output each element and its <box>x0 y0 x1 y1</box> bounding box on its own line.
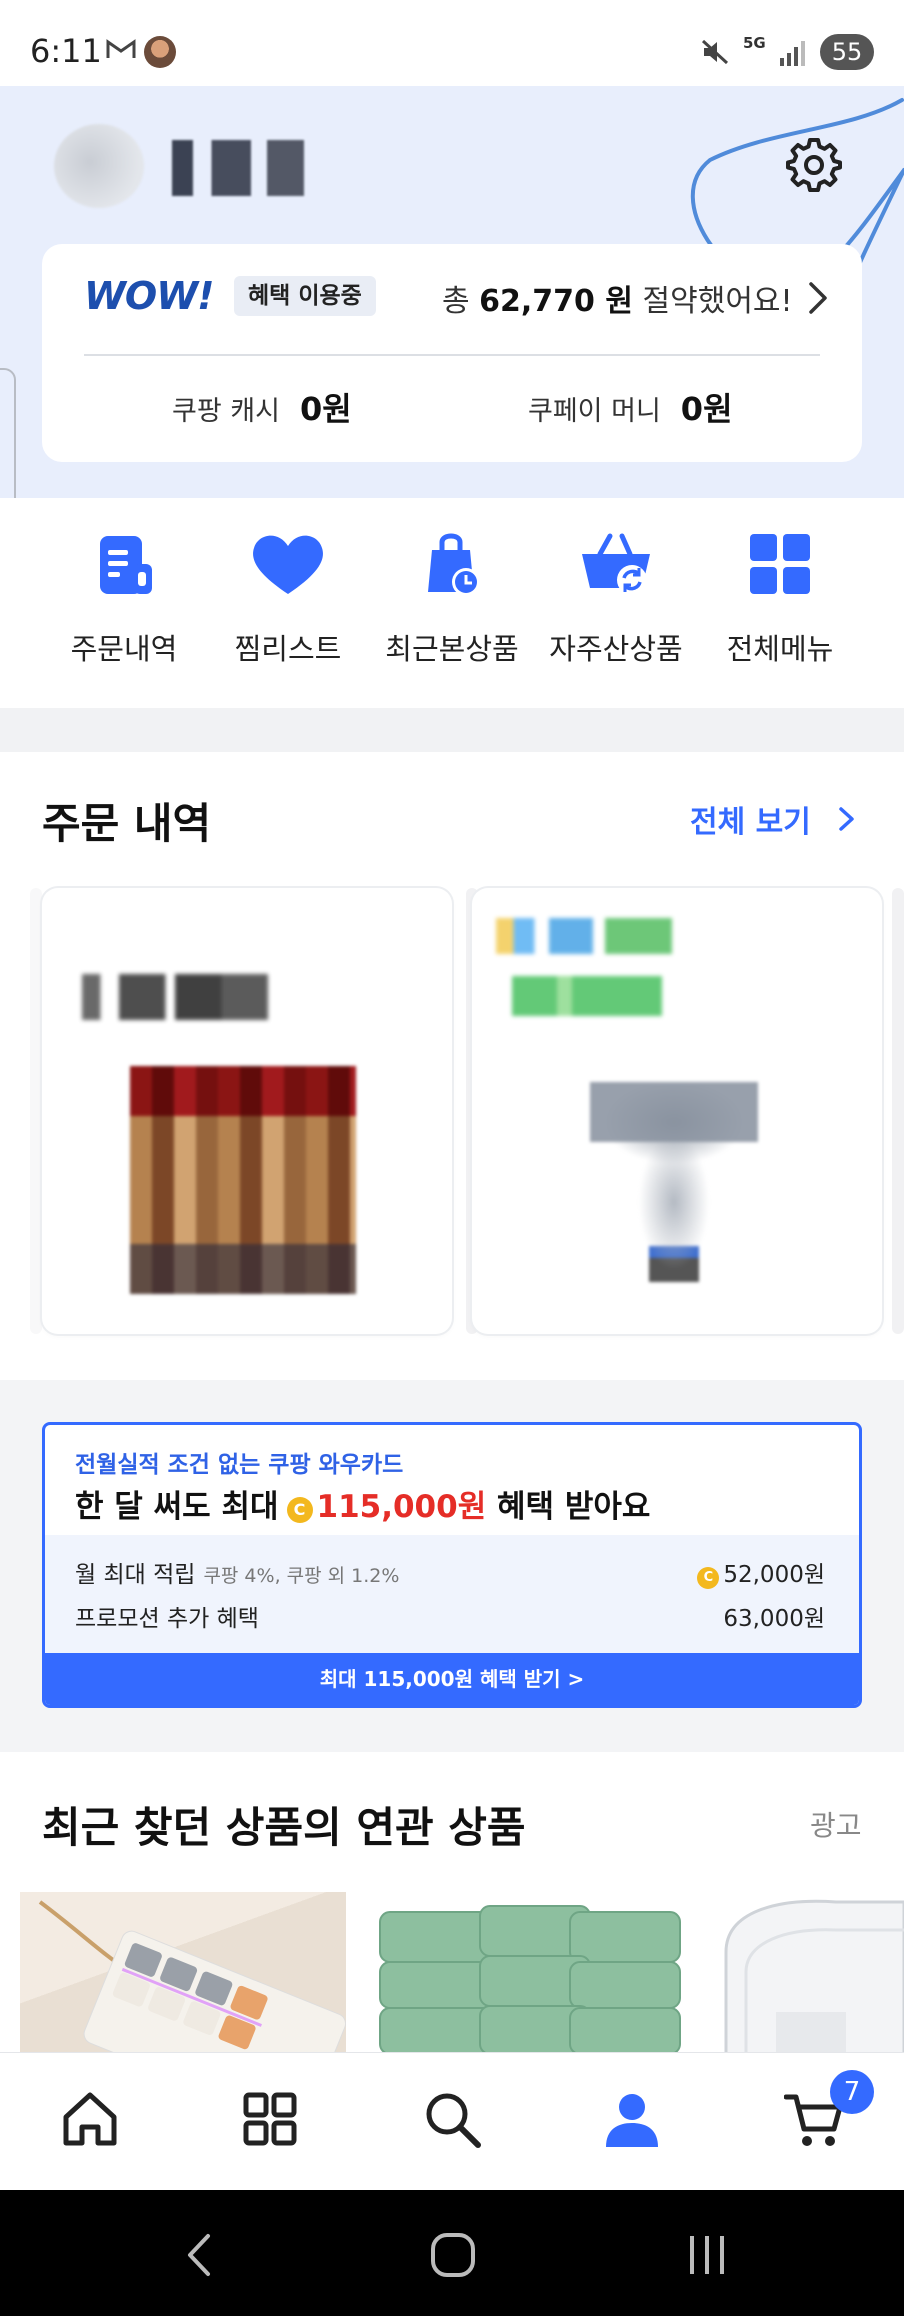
promo-cta-button[interactable]: 최대 115,000원 혜택 받기 > <box>45 1653 859 1705</box>
promo-row-label: 월 최대 적립 쿠팡 4%, 쿠팡 외 1.2% <box>75 1562 400 1588</box>
order-product-thumbnail <box>130 1066 356 1294</box>
status-time: 6:11 <box>30 32 102 70</box>
notification-avatar-icon <box>144 36 176 68</box>
home-icon[interactable] <box>60 2089 120 2149</box>
quick-menu-all[interactable]: 전체메뉴 <box>698 528 862 668</box>
order-product-thumbnail <box>590 1082 758 1282</box>
order-status-redacted <box>496 918 672 954</box>
search-icon[interactable] <box>422 2089 482 2149</box>
quick-menu-recent[interactable]: 최근본상품 <box>370 528 534 668</box>
order-status-redacted <box>512 976 662 1016</box>
coupay-money[interactable]: 쿠페이 머니 0원 <box>528 384 733 430</box>
wow-membership-card[interactable]: WOW! 혜택 이용중 총 62,770 원 절약했어요! 쿠팡 캐시 0원 쿠페… <box>42 244 862 462</box>
quick-menu-label: 찜리스트 <box>234 632 342 666</box>
ad-label[interactable]: 광고 <box>810 1804 862 1844</box>
promo-benefit-rows: 월 최대 적립 쿠팡 4%, 쿠팡 외 1.2% C 52,000원 프로모션 추가… <box>45 1535 859 1653</box>
quick-menu-label: 자주산상품 <box>549 632 683 666</box>
gmail-icon <box>106 39 136 58</box>
outlet-cover-image <box>724 1899 904 2052</box>
settings-gear-icon[interactable] <box>786 136 842 192</box>
network-5g-icon: 5G <box>743 34 766 52</box>
promo-subtitle: 전월실적 조건 없는 쿠팡 와우카드 <box>75 1452 404 1478</box>
quick-menu-reorder[interactable]: 자주산상품 <box>534 528 698 668</box>
card-shadow <box>892 888 904 1334</box>
heart-icon <box>253 535 323 594</box>
categories-icon[interactable] <box>240 2089 300 2149</box>
status-bar: 6:11 5G 55 <box>0 0 904 86</box>
promo-row-value: 63,000원 <box>723 1606 825 1632</box>
wow-logo: WOW! <box>84 274 214 318</box>
quick-menu-label: 전체메뉴 <box>726 632 834 666</box>
bottom-navigation <box>0 2052 904 2190</box>
order-card[interactable] <box>472 888 882 1334</box>
receipt-icon <box>100 536 152 594</box>
wet-wipes-image <box>379 1905 681 2052</box>
wow-savings-text: 총 62,770 원 절약했어요! <box>442 284 793 319</box>
order-card[interactable] <box>42 888 452 1334</box>
divider <box>84 354 820 356</box>
profile-name-redacted <box>172 140 304 196</box>
wow-status-badge: 혜택 이용중 <box>234 276 376 316</box>
back-icon[interactable] <box>176 2230 226 2280</box>
grid-icon <box>750 534 810 594</box>
home-button-icon[interactable] <box>428 2230 478 2280</box>
reorder-basket-icon <box>582 533 650 595</box>
mute-icon <box>701 39 729 65</box>
related-products-title: 최근 찾던 상품의 연관 상품 <box>42 1803 526 1852</box>
coupang-cash[interactable]: 쿠팡 캐시 0원 <box>172 384 352 430</box>
profile-avatar[interactable] <box>54 124 144 208</box>
card-shadow <box>30 888 42 1334</box>
orders-view-all-link[interactable]: 전체 보기 <box>690 797 811 841</box>
quick-menu-wishlist[interactable]: 찜리스트 <box>206 528 370 668</box>
cart-count-badge: 7 <box>830 2070 874 2114</box>
related-product-image[interactable] <box>360 1892 702 2052</box>
recent-apps-icon[interactable] <box>682 2230 732 2280</box>
quick-menu: 주문내역 찜리스트 최근본상품 자주산상품 전체메뉴 <box>0 498 904 708</box>
related-product-image[interactable] <box>20 1892 346 2052</box>
keyboard-image <box>38 1900 346 2052</box>
signal-icon <box>780 41 805 66</box>
promo-row-label: 프로모션 추가 혜택 <box>75 1606 259 1632</box>
orders-section-title: 주문 내역 <box>42 799 212 848</box>
order-status-redacted <box>82 974 268 1020</box>
promo-headline: 한 달 써도 최대 C 115,000원 혜택 받아요 <box>75 1489 651 1525</box>
promo-row-value: C 52,000원 <box>697 1555 825 1589</box>
coin-icon: C <box>286 1497 313 1523</box>
battery-icon: 55 <box>820 34 874 70</box>
quick-menu-orders[interactable]: 주문내역 <box>42 528 206 668</box>
wow-card-promo-banner[interactable]: 전월실적 조건 없는 쿠팡 와우카드 한 달 써도 최대 C 115,000원 혜택… <box>42 1422 862 1708</box>
system-navigation-bar <box>0 2190 904 2316</box>
chevron-right-icon[interactable] <box>838 806 856 832</box>
section-divider <box>0 708 904 752</box>
recent-bag-icon <box>428 533 480 596</box>
related-product-image[interactable] <box>716 1892 904 2052</box>
my-account-icon[interactable] <box>602 2089 662 2149</box>
chevron-right-icon[interactable] <box>804 280 832 316</box>
coin-icon: C <box>697 1567 720 1589</box>
quick-menu-label: 최근본상품 <box>385 632 519 666</box>
quick-menu-label: 주문내역 <box>70 632 178 666</box>
